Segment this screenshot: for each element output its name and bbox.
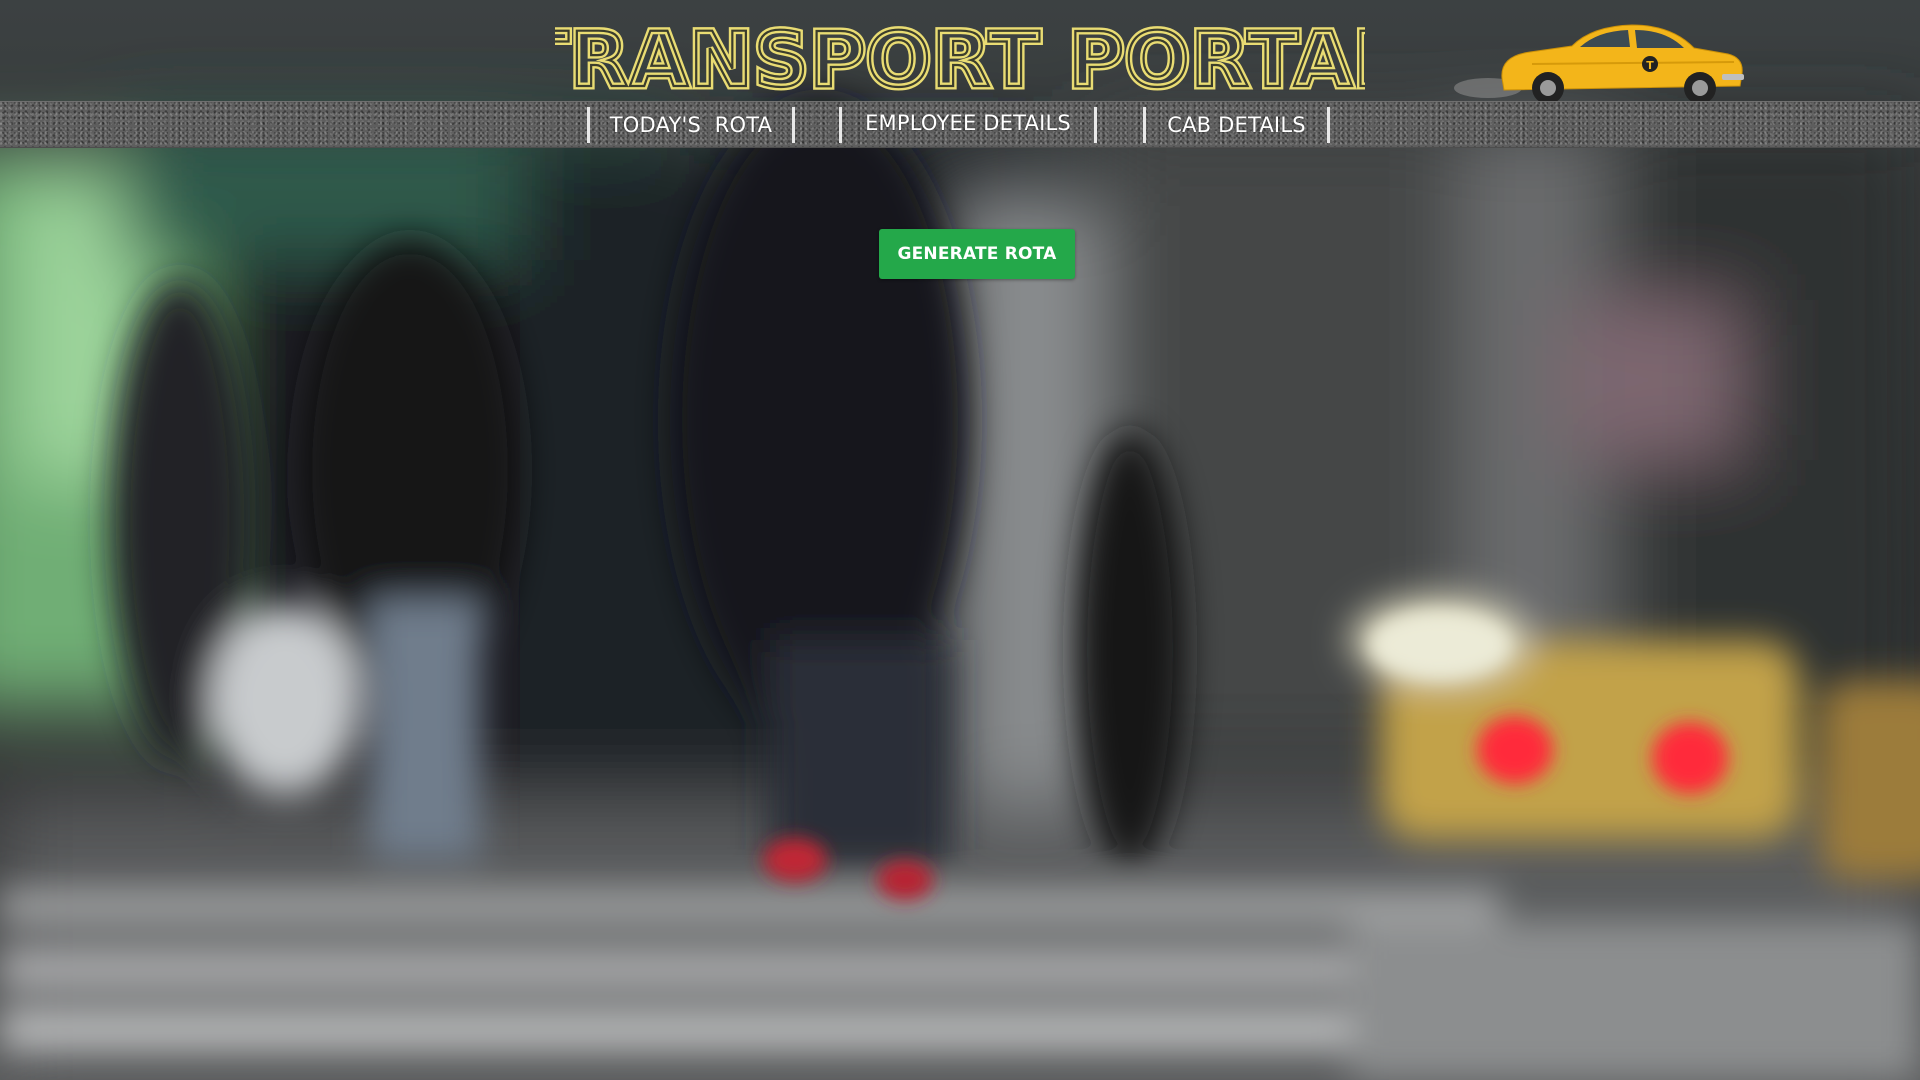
nav-item-label: EMPLOYEE DETAILS xyxy=(865,111,1071,135)
nav-item-label: CAB DETAILS xyxy=(1167,113,1306,137)
site-title-inner-line: TRANSPORT PORTAL xyxy=(555,16,1365,96)
nav-item-todays-rota[interactable]: TODAY'S ROTA xyxy=(587,107,795,143)
header: TRANSPORT PORTAL TRANSPORT PORTAL T xyxy=(0,0,1920,104)
page: TRANSPORT PORTAL TRANSPORT PORTAL T TODA… xyxy=(0,0,1920,1080)
nav-item-employee-details[interactable]: EMPLOYEE DETAILS xyxy=(839,107,1097,143)
main-nav: TODAY'S ROTA EMPLOYEE DETAILS CAB DETAIL… xyxy=(0,101,1920,148)
generate-rota-button[interactable]: GENERATE ROTA xyxy=(879,229,1075,279)
background-photo xyxy=(0,0,1920,1080)
nav-item-label: TODAY'S ROTA xyxy=(609,113,773,137)
taxi-icon: T xyxy=(1452,16,1748,106)
svg-text:T: T xyxy=(1646,59,1654,72)
site-title: TRANSPORT PORTAL TRANSPORT PORTAL xyxy=(555,16,1365,96)
nav-item-cab-details[interactable]: CAB DETAILS xyxy=(1143,107,1330,143)
